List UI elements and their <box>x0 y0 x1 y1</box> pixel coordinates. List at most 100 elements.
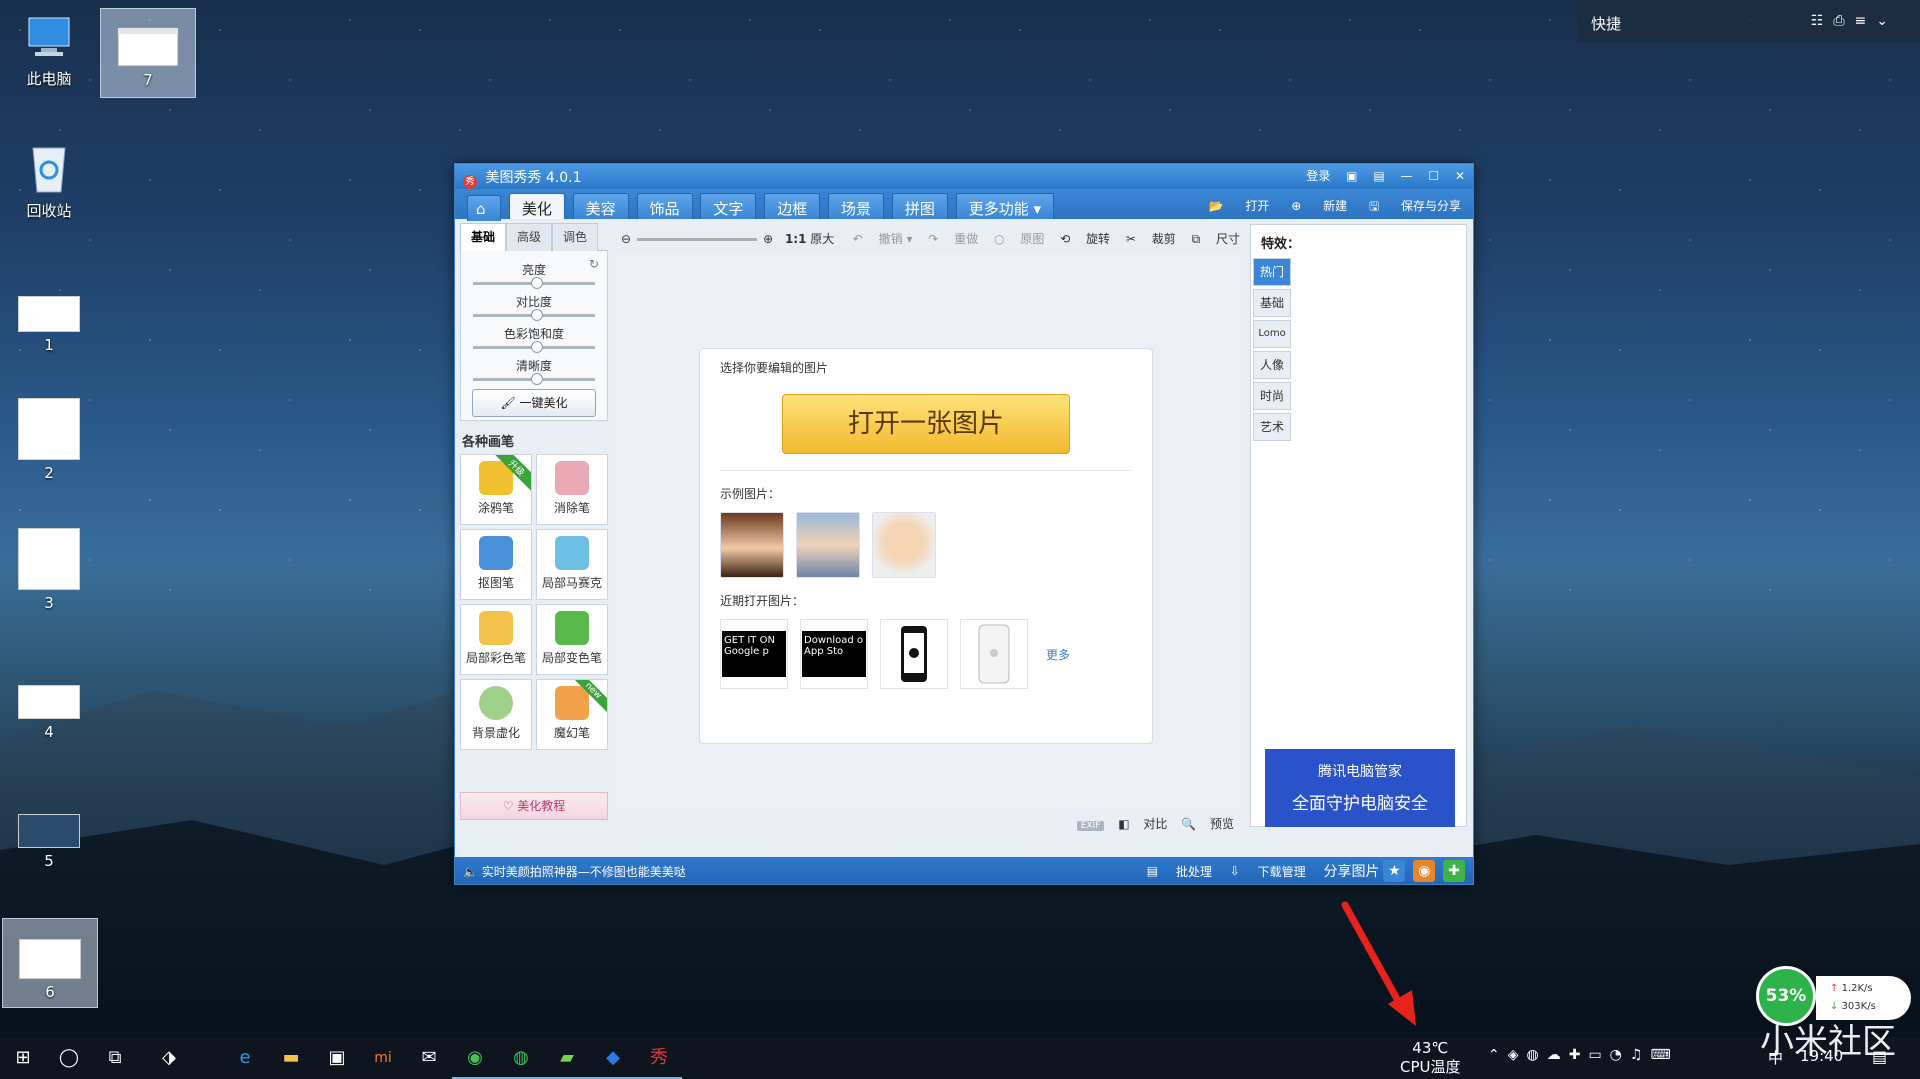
open-image-button[interactable]: 打开一张图片 <box>782 394 1070 454</box>
meitu-window[interactable]: 秀 美图秀秀 4.0.1 登录 ▣ ▤ — ☐ ✕ ⌂ 美化 美容 饰品 文字 … <box>454 163 1474 885</box>
desktop-icon-folder-7[interactable]: 7 <box>100 8 196 98</box>
zoom-out-icon[interactable]: ⊖ <box>621 232 631 246</box>
sample-image-2[interactable] <box>796 512 860 578</box>
new-button[interactable]: ⊕ 新建 <box>1291 199 1347 213</box>
desktop-icon-file-5[interactable]: 5 <box>10 814 88 870</box>
tab-accessories[interactable]: 饰品 <box>636 193 693 219</box>
brush-background-blur[interactable]: 背景虚化 <box>460 679 532 750</box>
subtab-basic[interactable]: 基础 <box>460 223 506 251</box>
recent-image-app-store[interactable]: Download o App Sto <box>800 619 868 689</box>
tab-collage[interactable]: 拼图 <box>891 193 948 219</box>
saturation-slider[interactable] <box>473 341 595 353</box>
redo-button[interactable]: ↷ 重做 <box>928 232 978 246</box>
brush-cutout[interactable]: 抠图笔 <box>460 529 532 600</box>
recent-image-iphone[interactable] <box>960 619 1028 689</box>
login-link[interactable]: 登录 <box>1306 169 1330 183</box>
recent-image-google-play[interactable]: GET IT ON Google p <box>720 619 788 689</box>
tab-beauty[interactable]: 美容 <box>572 193 629 219</box>
app-launcher-icon[interactable]: ⬗ <box>156 1045 182 1071</box>
effects-tab-fashion[interactable]: 时尚 <box>1253 382 1291 410</box>
recent-image-android-phone[interactable] <box>880 619 948 689</box>
desktop-icon-file-3[interactable]: 3 <box>10 528 88 612</box>
wechat-icon[interactable]: ◍ <box>498 1045 544 1079</box>
cortana-search-icon[interactable]: ◯ <box>56 1045 82 1071</box>
undo-button[interactable]: ↶ 撤销 ▾ <box>853 232 913 246</box>
add-share-icon[interactable]: ✚ <box>1443 860 1465 882</box>
meitu-taskbar-icon[interactable]: 秀 <box>636 1045 682 1079</box>
size-button[interactable]: ⧉ 尺寸 <box>1192 232 1240 246</box>
system-tray-icons[interactable]: ⌃◈◍☁✚▭◔♫⌨ <box>1488 1047 1679 1063</box>
mail-icon[interactable]: ✉ <box>416 1045 442 1071</box>
start-windows-icon[interactable]: ⊞ <box>10 1045 36 1071</box>
desktop-icon-recycle-bin[interactable]: 回收站 <box>10 140 88 221</box>
crop-button[interactable]: ✂ 裁剪 <box>1126 232 1176 246</box>
batch-button[interactable]: ▤ 批处理 <box>1147 864 1212 879</box>
window-titlebar[interactable]: 秀 美图秀秀 4.0.1 登录 ▣ ▤ — ☐ ✕ <box>455 164 1473 189</box>
close-icon[interactable]: ✕ <box>1455 169 1465 183</box>
desktop-icon-file-1[interactable]: 1 <box>10 296 88 354</box>
original-image-button[interactable]: ○ 原图 <box>994 232 1044 246</box>
compare-button[interactable]: ◧ 对比 <box>1118 817 1167 831</box>
effects-tab-art[interactable]: 艺术 <box>1253 413 1291 441</box>
preview-button[interactable]: 🔍 预览 <box>1181 817 1234 831</box>
effects-tab-hot[interactable]: 热门 <box>1253 258 1291 286</box>
rotate-button[interactable]: ⟲ 旋转 <box>1060 232 1110 246</box>
effects-tab-basic[interactable]: 基础 <box>1253 289 1291 317</box>
tab-text[interactable]: 文字 <box>700 193 757 219</box>
open-button[interactable]: 📂 打开 <box>1209 199 1270 213</box>
zoom-slider[interactable] <box>637 238 758 241</box>
desktop-icon-file-2[interactable]: 2 <box>10 398 88 482</box>
sample-image-1[interactable] <box>720 512 784 578</box>
brush-doodle[interactable]: 升级 涂鸦笔 <box>460 454 532 525</box>
tencent-ad-banner[interactable]: 腾讯电脑管家 全面守护电脑安全 <box>1265 749 1455 827</box>
tab-scene[interactable]: 场景 <box>828 193 885 219</box>
minimize-icon[interactable]: — <box>1401 169 1413 183</box>
ratio-button[interactable]: 1:1 <box>785 232 807 246</box>
brush-color-change[interactable]: 局部变色笔 <box>536 604 608 675</box>
edge-browser-icon[interactable]: e <box>232 1045 258 1071</box>
effects-tab-portrait[interactable]: 人像 <box>1253 351 1291 379</box>
brush-magic[interactable]: new 魔幻笔 <box>536 679 608 750</box>
beautify-tutorial-button[interactable]: ♡ 美化教程 <box>460 792 608 820</box>
quick-panel[interactable]: 快捷 ☷⎙≡⌄ <box>1577 0 1920 42</box>
more-recent-link[interactable]: 更多 <box>1046 646 1070 663</box>
subtab-advanced[interactable]: 高级 <box>506 223 552 251</box>
tab-beautify[interactable]: 美化 <box>508 193 565 219</box>
brush-eraser[interactable]: 消除笔 <box>536 454 608 525</box>
mi-icon[interactable]: mi <box>370 1045 396 1071</box>
quick-panel-actions-icon[interactable]: ☷⎙≡⌄ <box>1811 13 1898 29</box>
blue-app-icon[interactable]: ◆ <box>590 1045 636 1079</box>
one-key-beautify-button[interactable]: 🖌 一键美化 <box>472 389 596 417</box>
desktop-icon-this-pc[interactable]: 此电脑 <box>10 12 88 89</box>
desktop-icon-file-4[interactable]: 4 <box>10 685 88 741</box>
effects-tab-lomo[interactable]: Lomo <box>1253 320 1291 348</box>
brightness-slider[interactable] <box>473 277 595 289</box>
sharpness-slider[interactable] <box>473 373 595 385</box>
desktop-icon-file-6[interactable]: 6 <box>2 918 98 1008</box>
weibo-icon[interactable]: ◉ <box>1413 860 1436 882</box>
subtab-color[interactable]: 调色 <box>552 223 598 251</box>
exif-button[interactable]: EXIF <box>1076 821 1105 831</box>
favorite-star-icon[interactable]: ★ <box>1383 860 1406 882</box>
brush-mosaic[interactable]: 局部马赛克 <box>536 529 608 600</box>
reset-icon[interactable]: ↻ <box>589 257 599 271</box>
brush-local-color[interactable]: 局部彩色笔 <box>460 604 532 675</box>
tab-border[interactable]: 边框 <box>764 193 821 219</box>
zoom-in-icon[interactable]: ⊕ <box>763 232 773 246</box>
tab-more-functions[interactable]: 更多功能 ▾ <box>955 193 1055 219</box>
cpu-temperature[interactable]: 43℃ CPU温度 <box>1400 1039 1461 1077</box>
green-app-icon[interactable]: ▰ <box>544 1045 590 1079</box>
status-message[interactable]: 实时美颜拍照神器—不修图也能美美哒 <box>482 865 686 879</box>
file-explorer-icon[interactable]: ▬ <box>278 1045 304 1071</box>
home-tab-icon[interactable]: ⌂ <box>467 195 501 221</box>
download-manager-button[interactable]: ⇩ 下载管理 <box>1230 864 1306 879</box>
task-view-icon[interactable]: ⧉ <box>102 1045 128 1071</box>
sample-image-3[interactable] <box>872 512 936 578</box>
skin-icon[interactable]: ▤ <box>1373 169 1384 183</box>
original-size-button[interactable]: 原大 <box>810 232 834 246</box>
store-icon[interactable]: ▣ <box>324 1045 350 1071</box>
chrome-icon[interactable]: ◉ <box>452 1045 498 1079</box>
save-share-button[interactable]: 🖫 保存与分享 <box>1369 199 1461 213</box>
feedback-icon[interactable]: ▣ <box>1346 169 1357 183</box>
contrast-slider[interactable] <box>473 309 595 321</box>
